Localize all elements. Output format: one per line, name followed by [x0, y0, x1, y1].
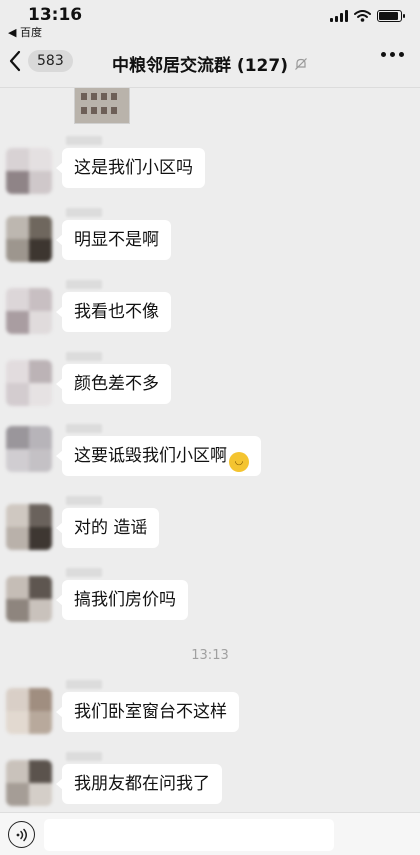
avatar[interactable] [6, 504, 52, 550]
message-row: 这要诋毁我们小区啊 ◡ [0, 424, 420, 488]
message-timestamp: 13:13 [191, 648, 229, 663]
dot [399, 52, 404, 57]
message-row: 颜色差不多 [0, 352, 420, 416]
status-bar: 13:16 ◀ 百度 [0, 0, 420, 39]
message-input[interactable] [44, 819, 334, 851]
message-row: 这是我们小区吗 [0, 136, 420, 200]
chat-input-bar [0, 812, 420, 855]
avatar[interactable] [6, 360, 52, 406]
message-row: 我们卧室窗台不这样 [0, 680, 420, 744]
sender-nickname [66, 280, 102, 289]
chat-message-list[interactable]: 这是我们小区吗 明显不是啊 我看也不像 颜色差不多 这要诋毁我们小区啊 ◡ 对的… [0, 88, 420, 812]
voice-icon [16, 828, 27, 841]
message-text: 这要诋毁我们小区啊 [74, 446, 227, 466]
image-message[interactable] [74, 88, 130, 124]
chat-header: 583 中粮邻居交流群 (127) [0, 38, 420, 88]
battery-fill [379, 12, 398, 20]
message-bubble[interactable]: 颜色差不多 [56, 364, 171, 404]
avatar[interactable] [6, 216, 52, 262]
group-name: 中粮邻居交流群 (127) [112, 56, 288, 76]
tears-of-joy-emoji-icon: ◡ [229, 452, 249, 472]
message-row: 对的 造谣 [0, 496, 420, 560]
message-bubble[interactable]: 我朋友都在问我了 [56, 764, 222, 804]
message-bubble[interactable]: 这是我们小区吗 [56, 148, 205, 188]
message-bubble[interactable]: 明显不是啊 [56, 220, 171, 260]
sender-nickname [66, 752, 102, 761]
page-title: 中粮邻居交流群 (127) [0, 51, 420, 76]
sender-nickname [66, 208, 102, 217]
message-bubble[interactable]: 对的 造谣 [55, 508, 160, 548]
sender-nickname [66, 568, 102, 577]
status-icons [330, 10, 405, 22]
message-bubble[interactable]: 我看也不像 [56, 292, 171, 332]
sender-nickname [66, 680, 102, 689]
battery-icon [377, 10, 405, 22]
sender-nickname [66, 352, 102, 361]
message-row: 我朋友都在问我了 [0, 752, 420, 812]
message-bubble[interactable]: 我们卧室窗台不这样 [56, 692, 239, 732]
sender-nickname [66, 424, 102, 433]
avatar[interactable] [6, 688, 52, 734]
wifi-icon [354, 10, 371, 22]
avatar[interactable] [6, 288, 52, 334]
message-row: 搞我们房价吗 [0, 568, 420, 632]
sender-nickname [66, 136, 102, 145]
avatar[interactable] [6, 148, 52, 194]
message-bubble[interactable]: 搞我们房价吗 [56, 580, 188, 620]
more-options-button[interactable] [381, 52, 404, 57]
dot [390, 52, 395, 57]
avatar[interactable] [6, 426, 52, 472]
message-bubble[interactable]: 这要诋毁我们小区啊 ◡ [56, 436, 261, 476]
avatar[interactable] [6, 576, 52, 622]
mute-bell-icon [295, 57, 307, 70]
sender-nickname [66, 496, 102, 505]
message-row: 明显不是啊 [0, 208, 420, 272]
signal-icon [330, 10, 348, 22]
message-row: 我看也不像 [0, 280, 420, 344]
avatar[interactable] [6, 760, 52, 806]
dot [381, 52, 386, 57]
voice-input-button[interactable] [8, 821, 35, 848]
status-time: 13:16 [28, 5, 83, 25]
